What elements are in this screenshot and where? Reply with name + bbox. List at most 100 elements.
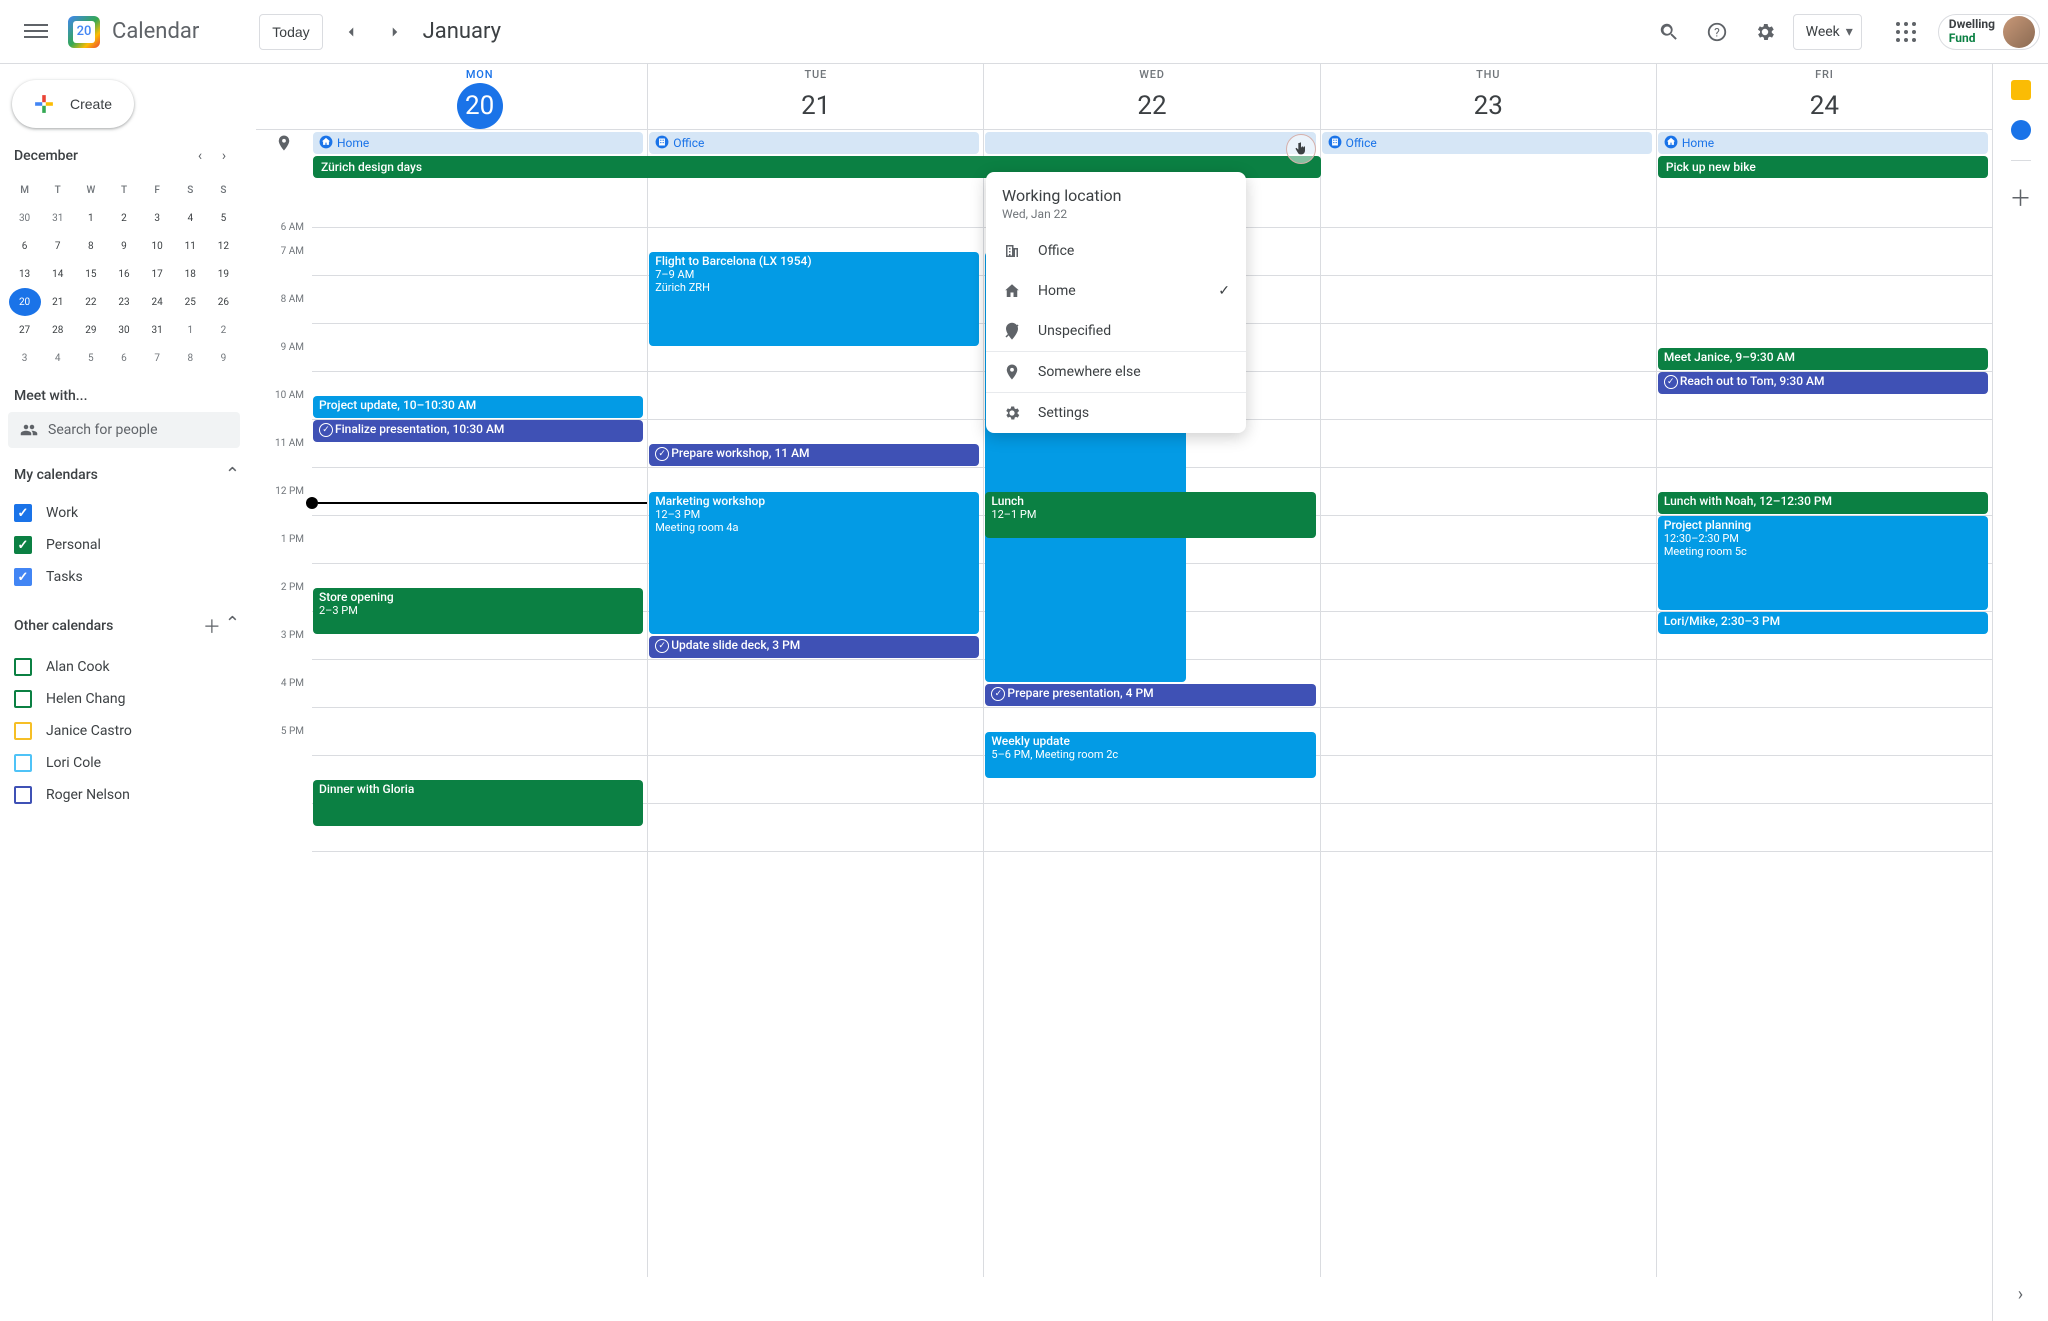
mini-day[interactable]: 9	[108, 232, 140, 260]
mini-day[interactable]: 8	[75, 232, 107, 260]
calendar-checkbox[interactable]	[14, 536, 32, 554]
mini-day[interactable]: 20	[9, 288, 41, 316]
day-column[interactable]: Project update, 10–10:30 AM✓Finalize pre…	[312, 180, 647, 1277]
event[interactable]: Marketing workshop12–3 PMMeeting room 4a	[649, 492, 979, 634]
event[interactable]: Project planning12:30–2:30 PMMeeting roo…	[1658, 516, 1988, 610]
day-header[interactable]: MON20	[312, 64, 647, 129]
mini-prev-month[interactable]: ‹	[188, 144, 212, 168]
event[interactable]: Lori/Mike, 2:30–3 PM	[1658, 612, 1988, 634]
working-location-chip[interactable]: Office	[1322, 132, 1652, 154]
mini-next-month[interactable]: ›	[212, 144, 236, 168]
apps-launcher-button[interactable]	[1886, 12, 1926, 52]
calendar-checkbox[interactable]	[14, 722, 32, 740]
event[interactable]: Lunch with Noah, 12–12:30 PM	[1658, 492, 1988, 514]
mini-day[interactable]: 22	[75, 288, 107, 316]
calendar-checkbox[interactable]	[14, 504, 32, 522]
mini-day[interactable]: 4	[174, 204, 206, 232]
mini-day[interactable]: 2	[108, 204, 140, 232]
working-location-chip[interactable]: Office	[649, 132, 979, 154]
mini-day[interactable]: 5	[75, 344, 107, 372]
search-button[interactable]	[1649, 12, 1689, 52]
calendar-checkbox[interactable]	[14, 568, 32, 586]
event[interactable]: ✓Prepare presentation, 4 PM	[985, 684, 1315, 706]
event[interactable]: ✓Reach out to Tom, 9:30 AM	[1658, 372, 1988, 394]
day-column[interactable]: Flight to Barcelona (LX 1954)7–9 AMZüric…	[647, 180, 983, 1277]
event[interactable]: Flight to Barcelona (LX 1954)7–9 AMZüric…	[649, 252, 979, 346]
mini-day[interactable]: 6	[108, 344, 140, 372]
allday-event[interactable]: Pick up new bike	[1658, 156, 1988, 178]
day-header[interactable]: THU23	[1321, 64, 1656, 129]
settings-button[interactable]	[1745, 12, 1785, 52]
collapse-other-calendars[interactable]: ⌃	[225, 613, 240, 639]
today-button[interactable]: Today	[259, 14, 322, 50]
mini-day[interactable]: 31	[42, 204, 74, 232]
mini-day[interactable]: 23	[108, 288, 140, 316]
mini-day[interactable]: 18	[174, 260, 206, 288]
day-column[interactable]	[1320, 180, 1656, 1277]
mini-day[interactable]: 8	[174, 344, 206, 372]
event[interactable]: ✓Update slide deck, 3 PM	[649, 636, 979, 658]
mini-day[interactable]: 12	[207, 232, 239, 260]
tasks-icon[interactable]	[2011, 120, 2031, 140]
mini-day[interactable]: 7	[141, 344, 173, 372]
search-people-input[interactable]: Search for people	[8, 412, 240, 448]
mini-day[interactable]: 25	[174, 288, 206, 316]
mini-day[interactable]: 27	[9, 316, 41, 344]
mini-day[interactable]: 31	[141, 316, 173, 344]
event[interactable]: Store opening2–3 PM	[313, 588, 643, 634]
calendar-checkbox[interactable]	[14, 786, 32, 804]
create-button[interactable]: Create	[12, 80, 134, 128]
keep-icon[interactable]	[2011, 80, 2031, 100]
event[interactable]: ✓Finalize presentation, 10:30 AM	[313, 420, 643, 442]
mini-day[interactable]: 16	[108, 260, 140, 288]
mini-day[interactable]: 10	[141, 232, 173, 260]
app-logo[interactable]: 20 Calendar	[64, 12, 199, 52]
mini-day[interactable]: 15	[75, 260, 107, 288]
mini-day[interactable]: 11	[174, 232, 206, 260]
calendar-checkbox[interactable]	[14, 754, 32, 772]
mini-day[interactable]: 9	[207, 344, 239, 372]
mini-day[interactable]: 1	[174, 316, 206, 344]
next-week-button[interactable]	[379, 16, 411, 48]
mini-day[interactable]: 13	[9, 260, 41, 288]
day-header[interactable]: WED22	[984, 64, 1319, 129]
event[interactable]: Project update, 10–10:30 AM	[313, 396, 643, 418]
mini-day[interactable]: 21	[42, 288, 74, 316]
day-column[interactable]: Meet Janice, 9–9:30 AM✓Reach out to Tom,…	[1656, 180, 1992, 1277]
mini-day[interactable]: 4	[42, 344, 74, 372]
popover-settings[interactable]: Settings	[986, 393, 1246, 433]
calendar-item[interactable]: Roger Nelson	[8, 779, 240, 811]
mini-day[interactable]: 3	[9, 344, 41, 372]
popover-somewhere-else[interactable]: Somewhere else	[986, 352, 1246, 392]
popover-option[interactable]: Office	[986, 231, 1246, 271]
calendar-item[interactable]: Helen Chang	[8, 683, 240, 715]
mini-day[interactable]: 30	[108, 316, 140, 344]
calendar-item[interactable]: Janice Castro	[8, 715, 240, 747]
calendar-item[interactable]: Work	[8, 497, 240, 529]
mini-day[interactable]: 19	[207, 260, 239, 288]
event[interactable]: Meet Janice, 9–9:30 AM	[1658, 348, 1988, 370]
mini-day[interactable]: 26	[207, 288, 239, 316]
account-chip[interactable]: Dwelling Fund	[1938, 14, 2040, 50]
day-header[interactable]: TUE21	[648, 64, 983, 129]
mini-day[interactable]: 5	[207, 204, 239, 232]
calendar-item[interactable]: Lori Cole	[8, 747, 240, 779]
event[interactable]: Weekly update5–6 PM, Meeting room 2c	[985, 732, 1315, 778]
calendar-item[interactable]: Personal	[8, 529, 240, 561]
working-location-chip[interactable]: Home	[1658, 132, 1988, 154]
event[interactable]: Lunch12–1 PM	[985, 492, 1315, 538]
mini-day[interactable]: 29	[75, 316, 107, 344]
collapse-my-calendars[interactable]: ⌃	[225, 464, 240, 485]
day-header[interactable]: FRI24	[1657, 64, 1992, 129]
add-addon-button[interactable]: ＋	[2009, 181, 2031, 213]
mini-day[interactable]: 24	[141, 288, 173, 316]
mini-day[interactable]: 1	[75, 204, 107, 232]
mini-day[interactable]: 14	[42, 260, 74, 288]
popover-option[interactable]: Home✓	[986, 271, 1246, 311]
calendar-item[interactable]: Alan Cook	[8, 651, 240, 683]
prev-week-button[interactable]	[335, 16, 367, 48]
working-location-chip[interactable]	[985, 132, 1315, 154]
mini-day[interactable]: 2	[207, 316, 239, 344]
view-selector[interactable]: Week ▾	[1793, 14, 1862, 50]
mini-day[interactable]: 17	[141, 260, 173, 288]
